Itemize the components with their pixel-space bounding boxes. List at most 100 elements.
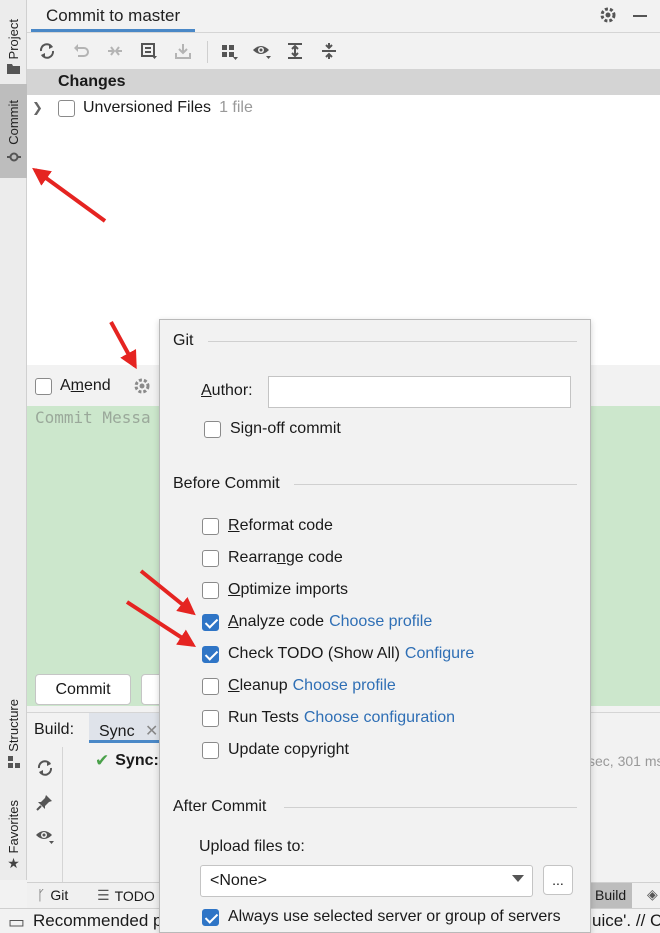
group-by-icon[interactable] — [218, 40, 240, 62]
upload-server-select[interactable]: <None> — [200, 865, 533, 897]
tab-commit-to-master[interactable]: Commit to master — [31, 0, 196, 32]
commit-options-popup: Git Author: Sign-off commit Before Commi… — [159, 319, 591, 933]
option-always-use-server[interactable]: Always use selected server or group of s… — [202, 906, 561, 928]
bottom-tab-build[interactable]: Build — [591, 883, 633, 908]
optimize-imports-checkbox[interactable] — [202, 581, 219, 599]
amend-checkbox[interactable] — [35, 377, 52, 395]
commit-message-history-icon[interactable] — [138, 40, 160, 62]
expand-all-icon[interactable] — [284, 40, 306, 62]
view-options-icon[interactable] — [35, 827, 57, 850]
after-commit-title: After Commit — [173, 798, 267, 815]
always-use-server-checkbox[interactable] — [202, 908, 219, 926]
signoff-checkbox[interactable] — [204, 420, 221, 438]
star-icon: ★ — [7, 855, 20, 871]
analyze-code-checkbox[interactable] — [202, 613, 219, 631]
bottom-tab-git-label: Git — [50, 887, 69, 903]
amend-checkbox-row[interactable]: Amend — [35, 377, 111, 395]
unversioned-files-node[interactable]: ❯ Unversioned Files 1 file — [32, 97, 253, 119]
tool-tab-commit[interactable]: Commit — [0, 84, 27, 178]
option-rearrange-code[interactable]: Rearrange code — [202, 547, 343, 569]
upload-server-value: <None> — [210, 872, 267, 889]
commit-message-placeholder: Commit Messa — [35, 408, 151, 427]
check-todo-label: Check TODO (Show All) — [228, 645, 400, 662]
diff-icon[interactable] — [104, 40, 126, 62]
update-copyright-label: Update copyright — [228, 741, 349, 758]
cleanup-checkbox[interactable] — [202, 677, 219, 695]
commit-button[interactable]: Commit — [35, 674, 131, 705]
commit-button-label: Commit — [55, 680, 111, 698]
minimize-icon[interactable] — [633, 15, 647, 17]
run-tests-choose-configuration-link[interactable]: Choose configuration — [304, 709, 455, 727]
status-left-text: Recommended p — [33, 911, 163, 930]
option-cleanup[interactable]: Cleanup Choose profile — [202, 675, 396, 697]
reformat-code-checkbox[interactable] — [202, 517, 219, 535]
structure-icon — [7, 756, 20, 768]
run-tests-checkbox[interactable] — [202, 709, 219, 727]
commit-options-gear-icon[interactable] — [133, 377, 151, 400]
chevron-right-icon[interactable]: ❯ — [32, 100, 52, 116]
toolbar-separator — [207, 41, 208, 63]
gear-icon[interactable] — [599, 6, 617, 29]
sync-result-row[interactable]: ✔ Sync: — [95, 751, 159, 771]
bottom-tab-todo-label: TODO — [114, 887, 155, 904]
browse-servers-button[interactable]: ... — [543, 865, 573, 895]
section-divider — [208, 341, 577, 342]
signoff-option[interactable]: Sign-off commit — [204, 418, 341, 440]
tool-tab-project[interactable]: Project — [0, 6, 27, 76]
chevron-down-icon[interactable] — [512, 875, 524, 882]
rearrange-code-checkbox[interactable] — [202, 549, 219, 567]
upload-files-label: Upload files to: — [199, 838, 305, 855]
close-icon[interactable]: ✕ — [145, 723, 158, 740]
tool-tab-structure[interactable]: Structure — [0, 688, 27, 770]
tool-tab-structure-label: Structure — [6, 699, 21, 752]
refresh-icon[interactable] — [36, 759, 54, 782]
pin-icon[interactable] — [36, 793, 54, 816]
changes-header: Changes — [27, 69, 660, 95]
browse-servers-label: ... — [552, 872, 564, 888]
bottom-tab-todo[interactable]: ☰ TODO — [97, 887, 155, 904]
todo-list-icon: ☰ — [97, 887, 110, 903]
status-event-icon[interactable]: ▭ — [8, 912, 25, 933]
unversioned-files-checkbox[interactable] — [58, 99, 75, 117]
option-check-todo[interactable]: Check TODO (Show All) Configure — [202, 643, 474, 665]
layers-icon[interactable]: ◈ — [647, 886, 658, 903]
option-run-tests[interactable]: Run Tests Choose configuration — [202, 707, 455, 729]
view-options-icon[interactable] — [251, 40, 273, 62]
status-right-text: uice'. // C — [592, 911, 660, 930]
refresh-icon[interactable] — [36, 40, 58, 62]
changes-title: Changes — [58, 73, 126, 90]
author-label: Author: — [201, 382, 253, 399]
bottom-tab-git[interactable]: ᚴ Git — [37, 887, 68, 903]
option-optimize-imports[interactable]: Optimize imports — [202, 579, 348, 601]
check-icon: ✔ — [95, 751, 110, 770]
option-update-copyright[interactable]: Update copyright — [202, 739, 349, 761]
reformat-code-label: Reformat code — [228, 517, 333, 534]
update-copyright-checkbox[interactable] — [202, 741, 219, 759]
sync-label: Sync: — [115, 752, 159, 769]
rollback-icon[interactable] — [70, 40, 92, 62]
analyze-code-choose-profile-link[interactable]: Choose profile — [329, 613, 432, 631]
option-analyze-code[interactable]: Analyze code Choose profile — [202, 611, 432, 633]
option-reformat-code[interactable]: Reformat code — [202, 515, 333, 537]
unversioned-files-label: Unversioned Files — [83, 99, 212, 116]
build-label: Build: — [34, 721, 75, 738]
tab-sync[interactable]: Sync ✕ — [89, 713, 169, 743]
rearrange-code-label: Rearrange code — [228, 549, 343, 566]
check-todo-configure-link[interactable]: Configure — [405, 645, 474, 663]
before-commit-title: Before Commit — [173, 475, 280, 492]
signoff-label: Sign-off commit — [230, 420, 341, 437]
tab-sync-label: Sync — [99, 723, 135, 740]
run-tests-label: Run Tests — [228, 709, 299, 726]
always-use-server-label: Always use selected server or group of s… — [228, 908, 561, 925]
tool-tab-favorites-label: Favorites — [6, 799, 21, 853]
tool-tab-favorites[interactable]: Favorites ★ — [0, 792, 27, 872]
check-todo-checkbox[interactable] — [202, 645, 219, 663]
build-side-toolbar — [27, 747, 63, 883]
author-input[interactable] — [268, 376, 571, 408]
collapse-all-icon[interactable] — [318, 40, 340, 62]
cleanup-choose-profile-link[interactable]: Choose profile — [293, 677, 396, 695]
cleanup-label: Cleanup — [228, 677, 288, 694]
amend-label: Amend — [60, 377, 111, 394]
shelve-icon[interactable] — [172, 40, 194, 62]
git-section-title: Git — [173, 332, 194, 349]
